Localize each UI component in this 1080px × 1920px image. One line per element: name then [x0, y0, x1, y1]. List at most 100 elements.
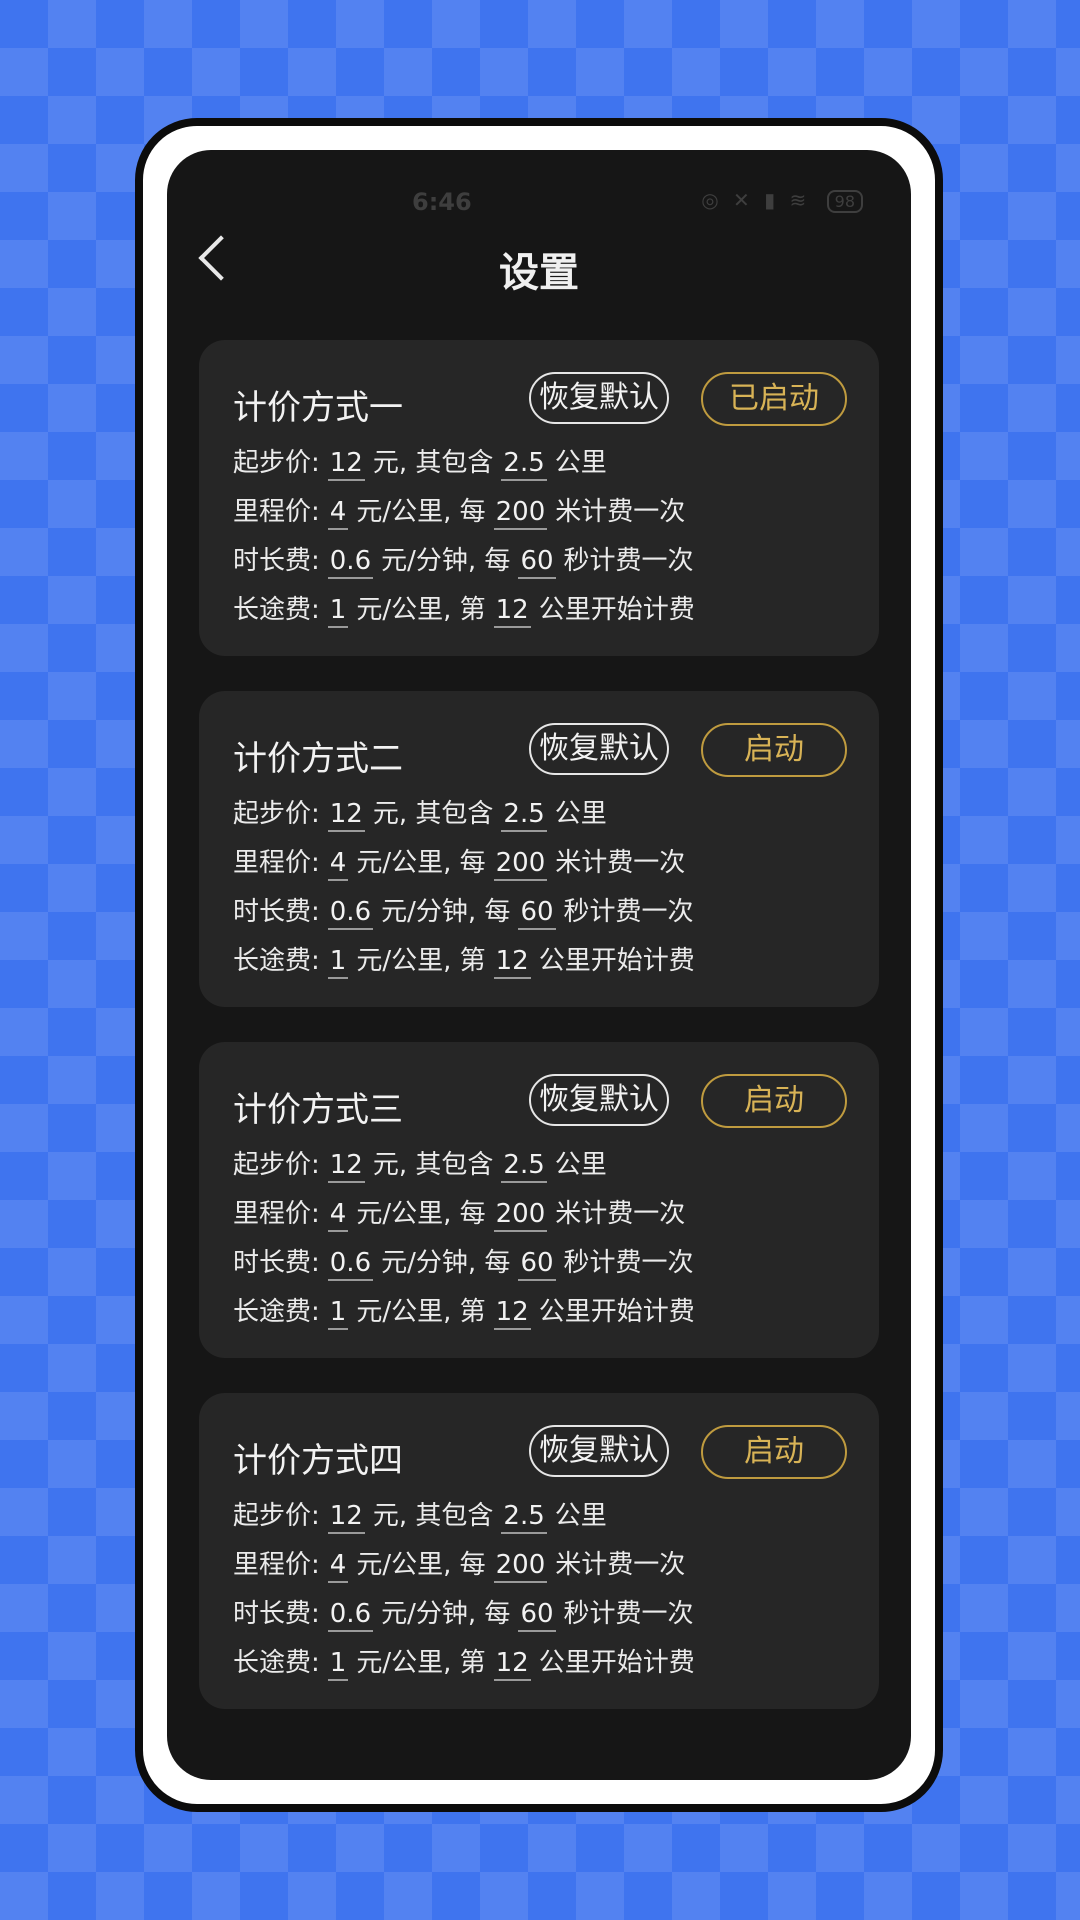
every-label: 每 — [459, 848, 486, 878]
long-distance-row: 长途费: 1 元/公里, 第 12 公里开始计费 — [233, 589, 695, 628]
pricing-card: 计价方式三 恢复默认 启动 起步价: 12 元, 其包含 2.5 公里 里程价: 4 元/公… — [199, 1042, 879, 1358]
duration-seconds-input[interactable]: 60 — [518, 546, 556, 579]
mileage-meters-input[interactable]: 200 — [493, 848, 548, 881]
mileage-price-input[interactable]: 4 — [327, 1550, 349, 1583]
long-distance-price-input[interactable]: 1 — [327, 946, 349, 979]
second-suffix: 秒计费一次 — [563, 1599, 694, 1629]
every-label: 每 — [484, 546, 511, 576]
app-screen: 6:46 ◎ ✕ ▮ ≋ 98 设置 计价方式一 恢复默认 已启动 起步价: 12… — [167, 150, 911, 1780]
unit-yuan-per-km: 元/公里, — [356, 1550, 452, 1580]
long-distance-km-input[interactable]: 12 — [493, 1648, 531, 1681]
mileage-price-input[interactable]: 4 — [327, 497, 349, 530]
base-price-input[interactable]: 12 — [327, 448, 365, 481]
duration-seconds-input[interactable]: 60 — [518, 1599, 556, 1632]
km-start-suffix: 公里开始计费 — [538, 946, 695, 976]
long-distance-price-input[interactable]: 1 — [327, 1648, 349, 1681]
restore-default-button[interactable]: 恢复默认 — [529, 372, 669, 424]
mileage-price-label: 里程价: — [233, 497, 320, 527]
duration-price-input[interactable]: 0.6 — [327, 1248, 374, 1281]
unit-yuan-per-km: 元/公里, — [356, 497, 452, 527]
unit-yuan-per-km: 元/公里, — [356, 1199, 452, 1229]
page-title: 设置 — [499, 250, 579, 296]
base-price-row: 起步价: 12 元, 其包含 2.5 公里 — [233, 1144, 607, 1183]
duration-price-label: 时长费: — [233, 546, 320, 576]
mileage-price-row: 里程价: 4 元/公里, 每 200 米计费一次 — [233, 1193, 685, 1232]
mileage-price-input[interactable]: 4 — [327, 848, 349, 881]
base-km-input[interactable]: 2.5 — [501, 1501, 547, 1534]
every-label: 每 — [459, 1199, 486, 1229]
duration-price-row: 时长费: 0.6 元/分钟, 每 60 秒计费一次 — [233, 891, 694, 930]
duration-price-label: 时长费: — [233, 897, 320, 927]
unit-yuan-per-km: 元/公里, — [356, 595, 452, 625]
meter-suffix: 米计费一次 — [555, 848, 686, 878]
includes-label: 其包含 — [415, 1150, 494, 1180]
duration-price-input[interactable]: 0.6 — [327, 546, 374, 579]
base-km-input[interactable]: 2.5 — [501, 448, 547, 481]
base-price-input[interactable]: 12 — [327, 1501, 365, 1534]
mileage-meters-input[interactable]: 200 — [493, 1550, 548, 1583]
unit-yuan-per-km: 元/公里, — [356, 848, 452, 878]
long-distance-price-input[interactable]: 1 — [327, 595, 349, 628]
unit-yuan-per-km: 元/公里, — [356, 946, 452, 976]
base-price-row: 起步价: 12 元, 其包含 2.5 公里 — [233, 442, 607, 481]
includes-label: 其包含 — [415, 448, 494, 478]
duration-price-label: 时长费: — [233, 1599, 320, 1629]
second-suffix: 秒计费一次 — [563, 897, 694, 927]
restore-default-button[interactable]: 恢复默认 — [529, 723, 669, 775]
unit-km: 公里 — [554, 448, 607, 478]
nth-label: 第 — [459, 595, 486, 625]
base-price-label: 起步价: — [233, 799, 320, 829]
base-price-input[interactable]: 12 — [327, 1150, 365, 1183]
restore-default-button[interactable]: 恢复默认 — [529, 1074, 669, 1126]
base-price-label: 起步价: — [233, 1150, 320, 1180]
restore-default-button[interactable]: 恢复默认 — [529, 1425, 669, 1477]
duration-seconds-input[interactable]: 60 — [518, 897, 556, 930]
pricing-card: 计价方式一 恢复默认 已启动 起步价: 12 元, 其包含 2.5 公里 里程价: 4 元/… — [199, 340, 879, 656]
long-distance-label: 长途费: — [233, 595, 320, 625]
long-distance-row: 长途费: 1 元/公里, 第 12 公里开始计费 — [233, 940, 695, 979]
second-suffix: 秒计费一次 — [563, 546, 694, 576]
long-distance-km-input[interactable]: 12 — [493, 1297, 531, 1330]
base-km-input[interactable]: 2.5 — [501, 799, 547, 832]
nth-label: 第 — [459, 946, 486, 976]
duration-seconds-input[interactable]: 60 — [518, 1248, 556, 1281]
long-distance-label: 长途费: — [233, 946, 320, 976]
activate-button[interactable]: 启动 — [701, 1425, 847, 1479]
mileage-price-row: 里程价: 4 元/公里, 每 200 米计费一次 — [233, 491, 685, 530]
duration-price-row: 时长费: 0.6 元/分钟, 每 60 秒计费一次 — [233, 1242, 694, 1281]
activate-button[interactable]: 启动 — [701, 723, 847, 777]
activate-button[interactable]: 启动 — [701, 1074, 847, 1128]
base-price-label: 起步价: — [233, 1501, 320, 1531]
long-distance-price-input[interactable]: 1 — [327, 1297, 349, 1330]
mileage-price-input[interactable]: 4 — [327, 1199, 349, 1232]
unit-yuan: 元, — [372, 799, 408, 829]
base-price-input[interactable]: 12 — [327, 799, 365, 832]
long-distance-km-input[interactable]: 12 — [493, 595, 531, 628]
base-km-input[interactable]: 2.5 — [501, 1150, 547, 1183]
every-label: 每 — [459, 1550, 486, 1580]
every-label: 每 — [484, 1599, 511, 1629]
long-distance-km-input[interactable]: 12 — [493, 946, 531, 979]
duration-price-row: 时长费: 0.6 元/分钟, 每 60 秒计费一次 — [233, 1593, 694, 1632]
every-label: 每 — [459, 497, 486, 527]
duration-price-input[interactable]: 0.6 — [327, 1599, 374, 1632]
unit-yuan-per-min: 元/分钟, — [381, 546, 477, 576]
long-distance-label: 长途费: — [233, 1297, 320, 1327]
status-indicator-icons: ◎ ✕ ▮ ≋ — [701, 188, 811, 212]
includes-label: 其包含 — [415, 1501, 494, 1531]
mileage-meters-input[interactable]: 200 — [493, 1199, 548, 1232]
duration-price-input[interactable]: 0.6 — [327, 897, 374, 930]
unit-yuan-per-min: 元/分钟, — [381, 1599, 477, 1629]
km-start-suffix: 公里开始计费 — [538, 1297, 695, 1327]
base-price-label: 起步价: — [233, 448, 320, 478]
mileage-price-label: 里程价: — [233, 1550, 320, 1580]
status-icons: ◎ ✕ ▮ ≋ 98 — [701, 188, 863, 213]
long-distance-label: 长途费: — [233, 1648, 320, 1678]
mileage-meters-input[interactable]: 200 — [493, 497, 548, 530]
meter-suffix: 米计费一次 — [555, 497, 686, 527]
mileage-price-label: 里程价: — [233, 848, 320, 878]
mileage-price-row: 里程价: 4 元/公里, 每 200 米计费一次 — [233, 842, 685, 881]
unit-km: 公里 — [554, 799, 607, 829]
activate-button[interactable]: 已启动 — [701, 372, 847, 426]
km-start-suffix: 公里开始计费 — [538, 595, 695, 625]
